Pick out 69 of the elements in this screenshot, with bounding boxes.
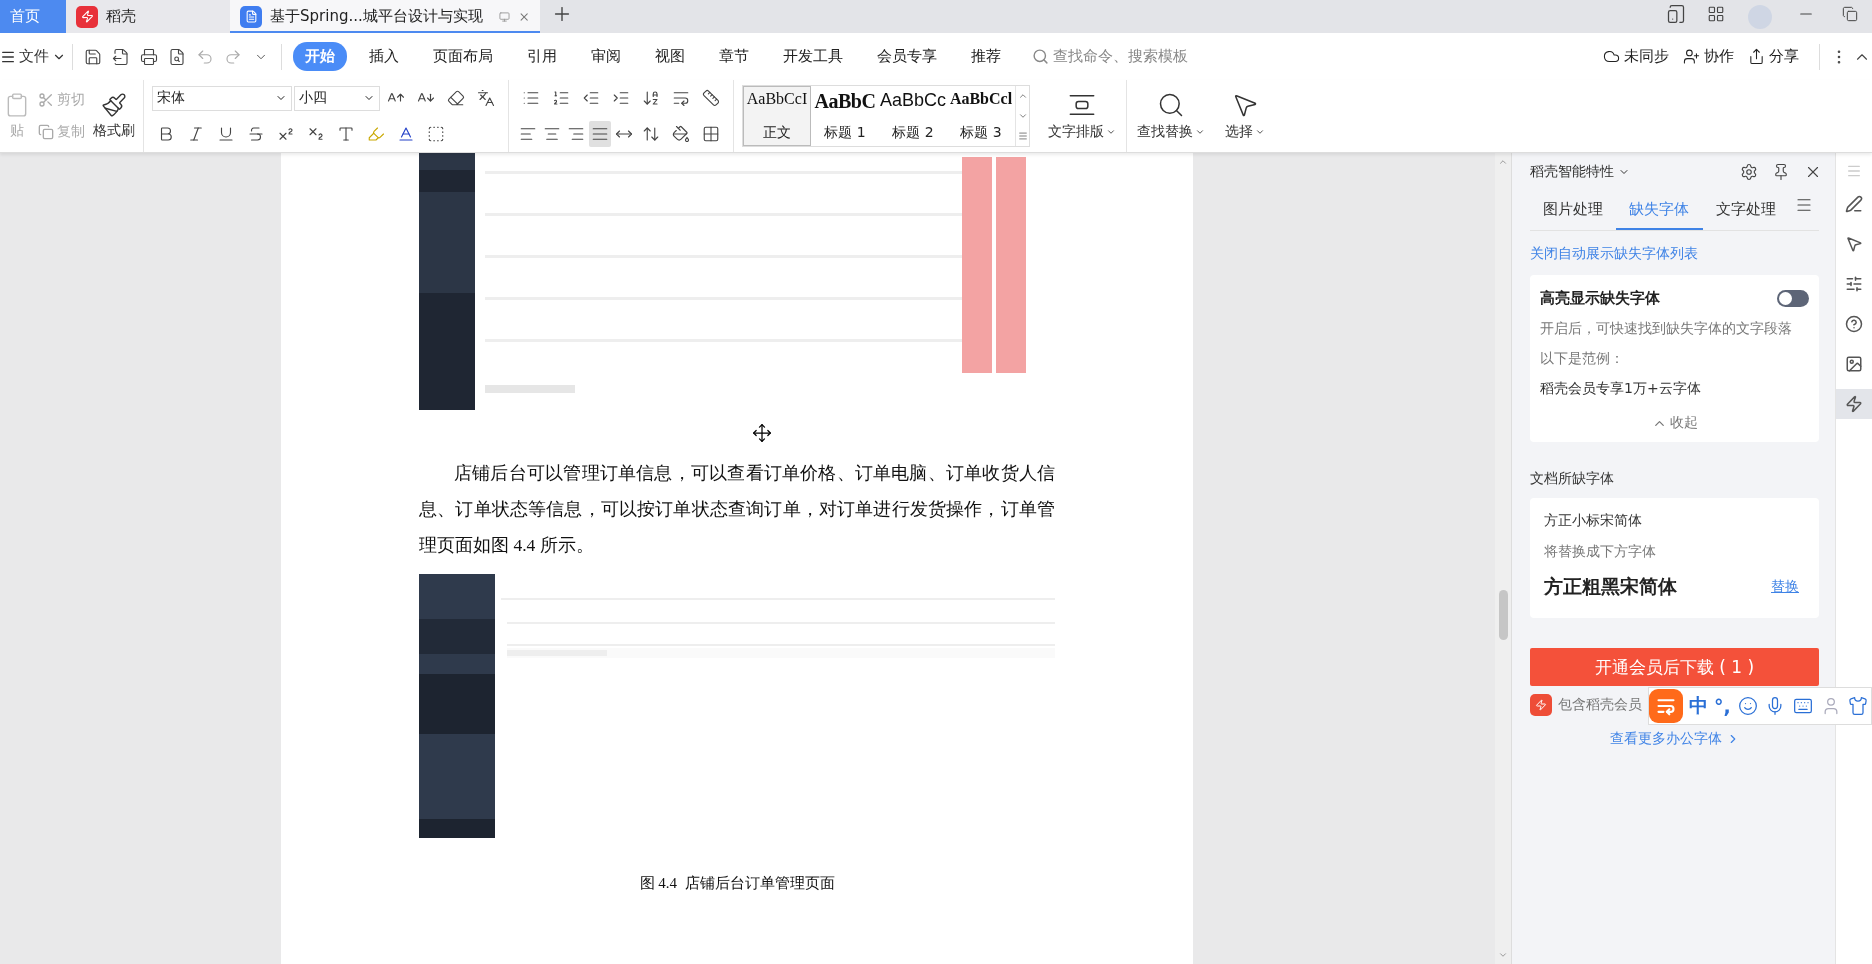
style-option[interactable]: AaBbCcI 正文 bbox=[743, 86, 811, 146]
toggle-switch[interactable] bbox=[1777, 290, 1809, 307]
hint-text: 将替换成下方字体 bbox=[1544, 543, 1657, 561]
lightning-logo-icon bbox=[76, 5, 98, 28]
ribbon-tab[interactable]: 页面布局 bbox=[421, 42, 505, 71]
scroll-down-icon[interactable] bbox=[1017, 111, 1028, 121]
scrollbar-thumb[interactable] bbox=[1499, 590, 1508, 640]
punctuation-button[interactable]: °, bbox=[1714, 695, 1731, 717]
share-icon bbox=[1748, 48, 1765, 65]
ribbon-tool-button[interactable]: 文字排版 bbox=[1044, 91, 1120, 141]
ribbon-tab[interactable]: 会员专享 bbox=[865, 42, 949, 71]
ribbon-tool-button[interactable]: 查找替换 bbox=[1133, 91, 1209, 141]
caret-icon bbox=[1195, 127, 1205, 137]
description-text: 开启后，可快速找到缺失字体的文字段落 bbox=[1540, 320, 1793, 338]
add-user-icon bbox=[1683, 48, 1700, 65]
style-option[interactable]: AaBbC 标题 1 bbox=[811, 86, 879, 146]
note-text: 包含稻壳会员 bbox=[1558, 696, 1642, 714]
lightning-icon[interactable] bbox=[1835, 389, 1872, 419]
cloud-icon bbox=[1603, 48, 1620, 65]
input-method-logo-icon[interactable] bbox=[1649, 689, 1683, 723]
ribbon-tool-button[interactable]: 选择 bbox=[1221, 91, 1269, 141]
ribbon-tab[interactable]: 推荐 bbox=[959, 42, 1013, 71]
ribbon-tab[interactable]: 章节 bbox=[707, 42, 761, 71]
missing-font-name: 方正小标宋简体 bbox=[1544, 512, 1643, 530]
scissors-icon bbox=[38, 92, 54, 108]
format-painter-button[interactable]: 格式刷 bbox=[89, 92, 139, 140]
scroll-up-icon[interactable] bbox=[1017, 91, 1028, 101]
panel-title[interactable]: 稻壳智能特性 bbox=[1530, 163, 1614, 181]
sample-text: 稻壳会员专享1万+云字体 bbox=[1540, 380, 1702, 398]
replacement-font-name: 方正粗黑宋简体 bbox=[1544, 574, 1677, 599]
command-search-field[interactable]: 查找命令、搜索模板 bbox=[1032, 47, 1188, 66]
paintbrush-icon bbox=[101, 92, 127, 118]
panel-tab[interactable]: 图片处理 bbox=[1530, 191, 1617, 230]
input-mode-button[interactable]: 中 bbox=[1689, 693, 1708, 719]
document-icon bbox=[240, 5, 262, 28]
search-icon bbox=[1157, 91, 1185, 119]
copy-icon bbox=[38, 124, 54, 140]
handle-icon bbox=[1846, 163, 1862, 179]
panel-tab[interactable]: 文字处理 bbox=[1702, 191, 1789, 230]
file-menu[interactable]: 文件 bbox=[0, 47, 66, 66]
body-paragraph: 店铺后台可以管理订单信息，可以查看订单价格、订单电脑、订单收货人信息、订单状态等信息，可以按订单状态查询订单，对订单进行发货操作，订单管理页面如图 4.4 所示。 bbox=[419, 462, 1055, 557]
collapse-button[interactable]: 收起 bbox=[1651, 414, 1698, 432]
link[interactable]: 关闭自动展示缺失字体列表 bbox=[1530, 245, 1827, 263]
figure-caption: 图 4.4 店铺后台订单管理页面 bbox=[638, 874, 836, 893]
section-heading: 文档所缺字体 bbox=[1530, 470, 1615, 488]
search-icon bbox=[1032, 48, 1049, 65]
justify-icon[interactable] bbox=[589, 121, 611, 147]
description-text: 以下是范例： bbox=[1540, 350, 1625, 368]
style-option[interactable]: AaBbCcl 标题 3 bbox=[947, 86, 1015, 146]
toolbar-action[interactable]: 分享 bbox=[1748, 47, 1799, 66]
ribbon-tab[interactable]: 引用 bbox=[515, 42, 569, 71]
panel-tab[interactable]: 缺失字体 bbox=[1616, 191, 1703, 230]
toolbar-action[interactable]: 协作 bbox=[1683, 47, 1734, 66]
font-name-select[interactable]: 宋体 bbox=[152, 85, 292, 111]
style-option[interactable]: AaBbCc 标题 2 bbox=[879, 86, 947, 146]
font-size-select[interactable]: 小四 bbox=[294, 85, 380, 111]
move-cursor-icon bbox=[752, 422, 772, 443]
ribbon-tab[interactable]: 审阅 bbox=[579, 42, 633, 71]
more-fonts-link[interactable]: 查看更多办公字体 bbox=[1609, 730, 1740, 748]
app-tab[interactable]: 稻壳 bbox=[66, 0, 230, 33]
ribbon-tab[interactable]: 视图 bbox=[643, 42, 697, 71]
caret-icon bbox=[1255, 127, 1265, 137]
document-tab[interactable]: 基于Spring...城平台设计与实现 bbox=[230, 0, 540, 33]
ribbon-tab[interactable]: 插入 bbox=[357, 42, 411, 71]
card-title: 高亮显示缺失字体 bbox=[1540, 289, 1660, 308]
replace-link[interactable]: 替换 bbox=[1771, 578, 1799, 596]
toolbar-action[interactable]: 未同步 bbox=[1603, 47, 1669, 66]
caret-icon bbox=[1106, 127, 1116, 137]
ribbon-tab[interactable]: 开发工具 bbox=[771, 42, 855, 71]
